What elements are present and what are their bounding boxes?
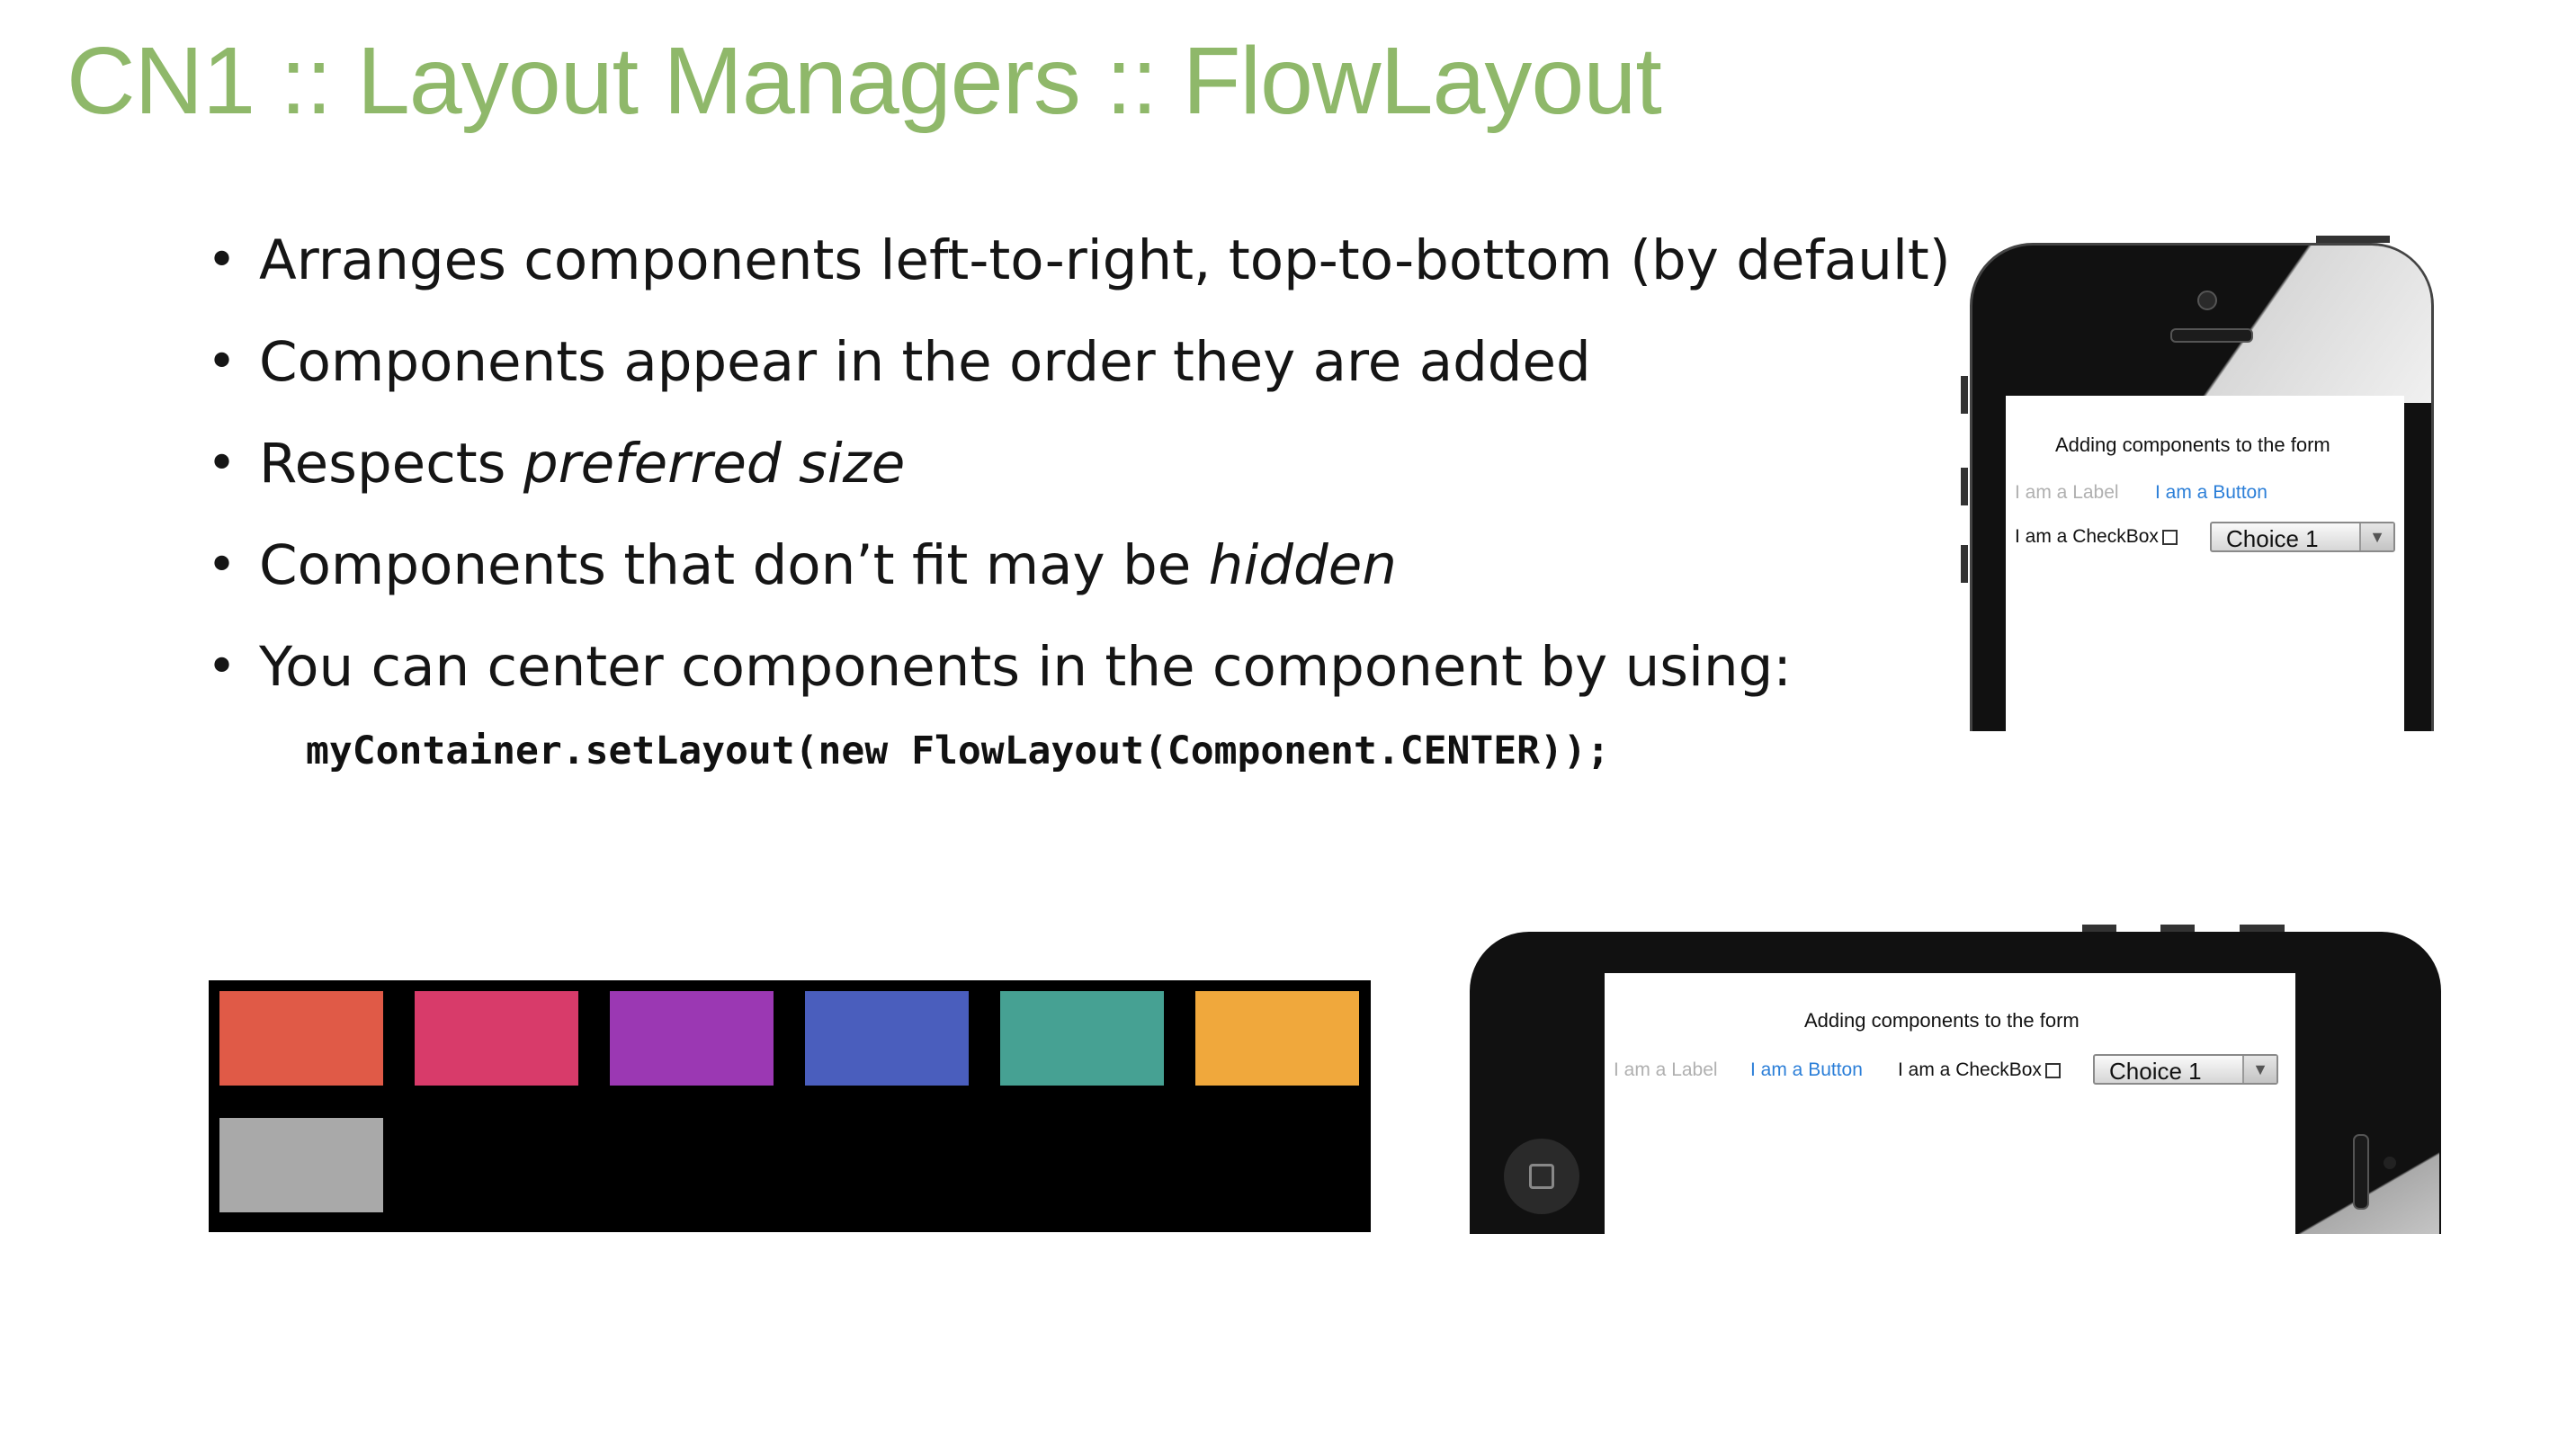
- bullet-text: Respects: [259, 432, 523, 496]
- phone-glare: [2152, 246, 2431, 403]
- color-swatch: [219, 1118, 383, 1212]
- choice-value: Choice 1: [2226, 525, 2319, 552]
- phone-landscape-image: Adding components to the form I am a Lab…: [1466, 919, 2442, 1234]
- bullet-item: Respects preferred size: [207, 428, 1951, 530]
- camera-icon: [2384, 1157, 2396, 1169]
- bullet-item: Components that don’t fit may be hidden: [207, 530, 1951, 631]
- code-snippet: myContainer.setLayout(new FlowLayout(Com…: [306, 728, 1610, 773]
- chevron-down-icon[interactable]: ▼: [2242, 1056, 2276, 1083]
- color-swatch: [1000, 991, 1164, 1086]
- phone-screen: Adding components to the form I am a Lab…: [1605, 973, 2295, 1234]
- form-label: I am a Label: [2015, 482, 2119, 503]
- checkbox-icon[interactable]: [2044, 1062, 2061, 1078]
- checkbox-label: I am a CheckBox: [2015, 526, 2159, 547]
- choice-dropdown[interactable]: Choice 1 ▼: [2210, 522, 2395, 552]
- camera-icon: [2197, 290, 2217, 310]
- bullet-text: You can center components in the compone…: [259, 635, 1792, 699]
- phone-body: Adding components to the form I am a Lab…: [1470, 932, 2441, 1234]
- bullet-text: Components that don’t fit may be: [259, 533, 1209, 597]
- flow-layout-demo: [209, 980, 1371, 1232]
- form-title: Adding components to the form: [1804, 1009, 2080, 1032]
- choice-dropdown[interactable]: Choice 1 ▼: [2093, 1054, 2278, 1085]
- form-label: I am a Label: [1614, 1059, 1718, 1080]
- speaker-icon: [2353, 1134, 2369, 1210]
- color-swatch: [610, 991, 774, 1086]
- speaker-icon: [2170, 328, 2253, 343]
- form-checkbox[interactable]: I am a CheckBox: [1898, 1059, 2061, 1081]
- slide-title: CN1 :: Layout Managers :: FlowLayout: [67, 28, 1662, 134]
- color-swatch: [219, 991, 383, 1086]
- form-button[interactable]: I am a Button: [2155, 482, 2267, 504]
- form-checkbox[interactable]: I am a CheckBox: [2015, 526, 2178, 548]
- color-swatch: [415, 991, 578, 1086]
- color-swatch: [805, 991, 969, 1086]
- bullet-list: Arranges components left-to-right, top-t…: [207, 225, 1951, 733]
- form-title: Adding components to the form: [2055, 433, 2330, 456]
- bullet-item: Arranges components left-to-right, top-t…: [207, 225, 1951, 326]
- bullet-item: Components appear in the order they are …: [207, 326, 1951, 428]
- phone-screen: Adding components to the form I am a Lab…: [2006, 396, 2404, 731]
- bullet-text: Components appear in the order they are …: [259, 330, 1591, 394]
- chevron-down-icon[interactable]: ▼: [2359, 523, 2393, 550]
- phone-portrait-image: Adding components to the form I am a Lab…: [1961, 232, 2437, 731]
- bullet-emphasis: preferred size: [523, 432, 906, 496]
- bullet-item: You can center components in the compone…: [207, 631, 1951, 733]
- checkbox-icon[interactable]: [2161, 529, 2178, 545]
- choice-value: Choice 1: [2109, 1058, 2202, 1085]
- form-button[interactable]: I am a Button: [1750, 1059, 1863, 1081]
- phone-body: Adding components to the form I am a Lab…: [1970, 243, 2434, 731]
- bullet-emphasis: hidden: [1208, 533, 1397, 597]
- color-swatch: [1195, 991, 1359, 1086]
- checkbox-label: I am a CheckBox: [1898, 1059, 2042, 1080]
- bullet-text: Arranges components left-to-right, top-t…: [259, 228, 1951, 292]
- home-button-icon: [1504, 1139, 1579, 1214]
